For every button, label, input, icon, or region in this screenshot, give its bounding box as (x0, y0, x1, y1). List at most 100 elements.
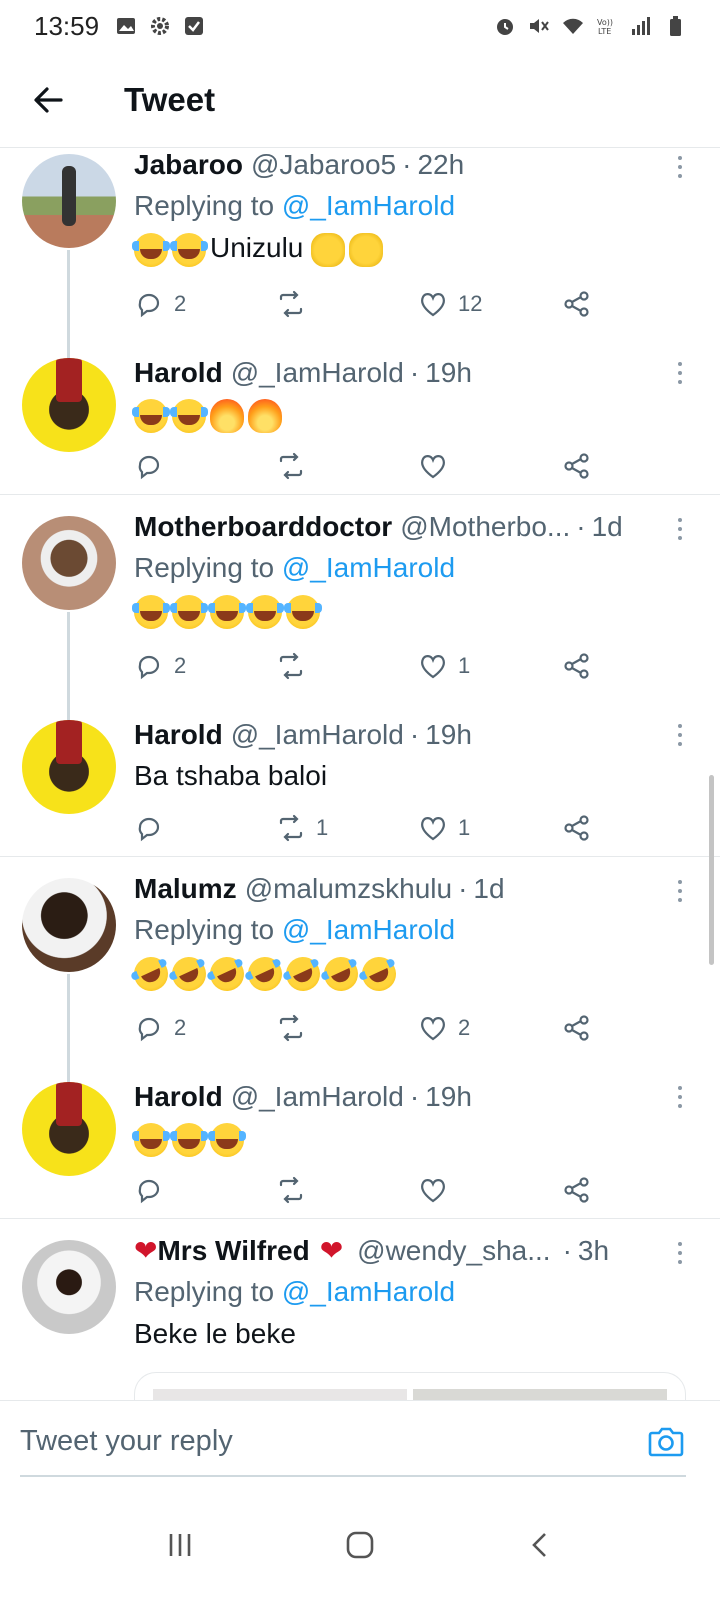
author-name[interactable]: Malumz (134, 872, 237, 906)
like-button[interactable] (418, 1170, 448, 1210)
arrow-left-icon (34, 86, 63, 113)
avatar[interactable] (22, 1082, 116, 1176)
share-button[interactable] (562, 446, 592, 486)
mention-link[interactable]: @_IamHarold (282, 914, 455, 945)
like-button[interactable]: 1 (418, 646, 470, 686)
more-options-button[interactable] (670, 152, 690, 182)
avatar[interactable] (22, 1240, 116, 1334)
retweet-icon (279, 814, 303, 842)
author-name[interactable]: Harold (134, 1080, 223, 1114)
more-options-button[interactable] (670, 358, 690, 388)
author-handle[interactable]: @malumzskhulu (245, 872, 452, 906)
avatar[interactable] (22, 154, 116, 248)
reply-count: 2 (174, 291, 187, 316)
reply-button[interactable]: 2 (134, 646, 186, 686)
camera-icon[interactable] (646, 1421, 686, 1461)
back-button[interactable] (24, 76, 72, 124)
avatar[interactable] (22, 878, 116, 972)
tweet-time[interactable]: 1d (473, 872, 504, 906)
media-attachment[interactable] (134, 1372, 686, 1400)
author-name[interactable]: Jabaroo (134, 148, 243, 182)
retweet-button[interactable] (276, 1008, 306, 1048)
tweet-time[interactable]: 22h (417, 148, 464, 182)
tweet-time[interactable]: 19h (425, 718, 472, 752)
share-button[interactable] (562, 646, 592, 686)
retweet-icon (279, 1176, 303, 1204)
retweet-button[interactable] (276, 1170, 306, 1210)
replying-to: Replying to @_IamHarold (134, 910, 690, 950)
tweet-replies-feed[interactable]: Jabaroo @Jabaroo5 · 22h Replying to @_Ia… (0, 148, 720, 1400)
reply-button[interactable] (134, 1170, 164, 1210)
wifi-icon (563, 18, 583, 34)
author-handle[interactable]: @_IamHarold (231, 718, 404, 752)
author-handle[interactable]: @Motherbo... (400, 510, 570, 544)
tweet-jabaroo[interactable]: Jabaroo @Jabaroo5 · 22h Replying to @_Ia… (0, 148, 720, 360)
tweet-motherboarddoctor[interactable]: Motherboarddoctor @Motherbo... · 1d Repl… (0, 510, 720, 722)
like-button[interactable]: 2 (418, 1008, 470, 1048)
nav-back-button[interactable] (510, 1515, 570, 1575)
reply-input[interactable] (20, 1415, 620, 1467)
share-button[interactable] (562, 284, 592, 324)
retweet-button[interactable] (276, 446, 306, 486)
author-handle[interactable]: @_IamHarold (231, 356, 404, 390)
author-handle[interactable]: @Jabaroo5 (251, 148, 396, 182)
thread-divider (0, 494, 720, 495)
clapping-hands-icon (349, 232, 384, 267)
avatar[interactable] (22, 358, 116, 452)
author-handle[interactable]: @wendy_sha... (357, 1234, 550, 1268)
tweet-time[interactable]: 3h (578, 1234, 609, 1268)
replying-prefix: Replying to (134, 190, 275, 221)
tweet-harold[interactable]: Harold @_IamHarold · 19h (0, 1080, 720, 1220)
alarm-icon (497, 19, 513, 35)
reply-button[interactable] (134, 446, 164, 486)
tweet-time[interactable]: 1d (592, 510, 623, 544)
share-button[interactable] (562, 1008, 592, 1048)
share-button[interactable] (562, 808, 592, 848)
tweet-time[interactable]: 19h (425, 356, 472, 390)
mention-link[interactable]: @_IamHarold (282, 190, 455, 221)
tweet-harold[interactable]: Harold @_IamHarold · 19h Ba tshaba baloi… (0, 718, 720, 858)
reply-button[interactable] (134, 808, 164, 848)
tweet-time[interactable]: 19h (425, 1080, 472, 1114)
author-name[interactable]: Harold (134, 356, 223, 390)
more-options-button[interactable] (670, 1082, 690, 1112)
like-button[interactable] (418, 446, 448, 486)
media-image[interactable] (413, 1389, 667, 1400)
share-button[interactable] (562, 1170, 592, 1210)
reply-button[interactable]: 2 (134, 1008, 186, 1048)
reply-button[interactable]: 2 (134, 284, 186, 324)
more-options-button[interactable] (670, 876, 690, 906)
like-button[interactable]: 12 (418, 284, 482, 324)
battery-icon (670, 16, 681, 36)
tweet-mrs-wilfred[interactable]: ❤ Mrs Wilfred ❤ @wendy_sha... · 3h Reply… (0, 1234, 720, 1400)
author-name[interactable]: Motherboarddoctor (134, 510, 392, 544)
mention-link[interactable]: @_IamHarold (282, 1276, 455, 1307)
tweet-malumz[interactable]: Malumz @malumzskhulu · 1d Replying to @_… (0, 872, 720, 1084)
more-options-button[interactable] (670, 1238, 690, 1268)
back-icon (532, 1533, 546, 1557)
retweet-button[interactable] (276, 646, 316, 686)
face-with-tears-of-joy-icon (170, 594, 208, 629)
like-count: 1 (458, 815, 471, 840)
recent-apps-button[interactable] (150, 1515, 210, 1575)
retweet-button[interactable]: 1 (276, 808, 328, 848)
scrollbar[interactable] (709, 775, 714, 965)
heart-icon (421, 817, 445, 841)
author-handle[interactable]: @_IamHarold (231, 1080, 404, 1114)
more-options-button[interactable] (670, 720, 690, 750)
more-options-button[interactable] (670, 514, 690, 544)
author-name[interactable]: Harold (134, 718, 223, 752)
author-name[interactable]: Mrs Wilfred (157, 1234, 309, 1268)
avatar[interactable] (22, 720, 116, 814)
svg-text:LTE: LTE (598, 27, 611, 36)
heart-icon (421, 293, 445, 317)
like-button[interactable]: 1 (418, 808, 470, 848)
share-icon (564, 291, 589, 317)
retweet-button[interactable] (276, 284, 316, 324)
mention-link[interactable]: @_IamHarold (282, 552, 455, 583)
media-image[interactable] (153, 1389, 407, 1400)
home-button[interactable] (330, 1515, 390, 1575)
tweet-harold[interactable]: Harold @_IamHarold · 19h (0, 356, 720, 496)
avatar[interactable] (22, 516, 116, 610)
heart-emoji-icon: ❤ (134, 1235, 158, 1266)
